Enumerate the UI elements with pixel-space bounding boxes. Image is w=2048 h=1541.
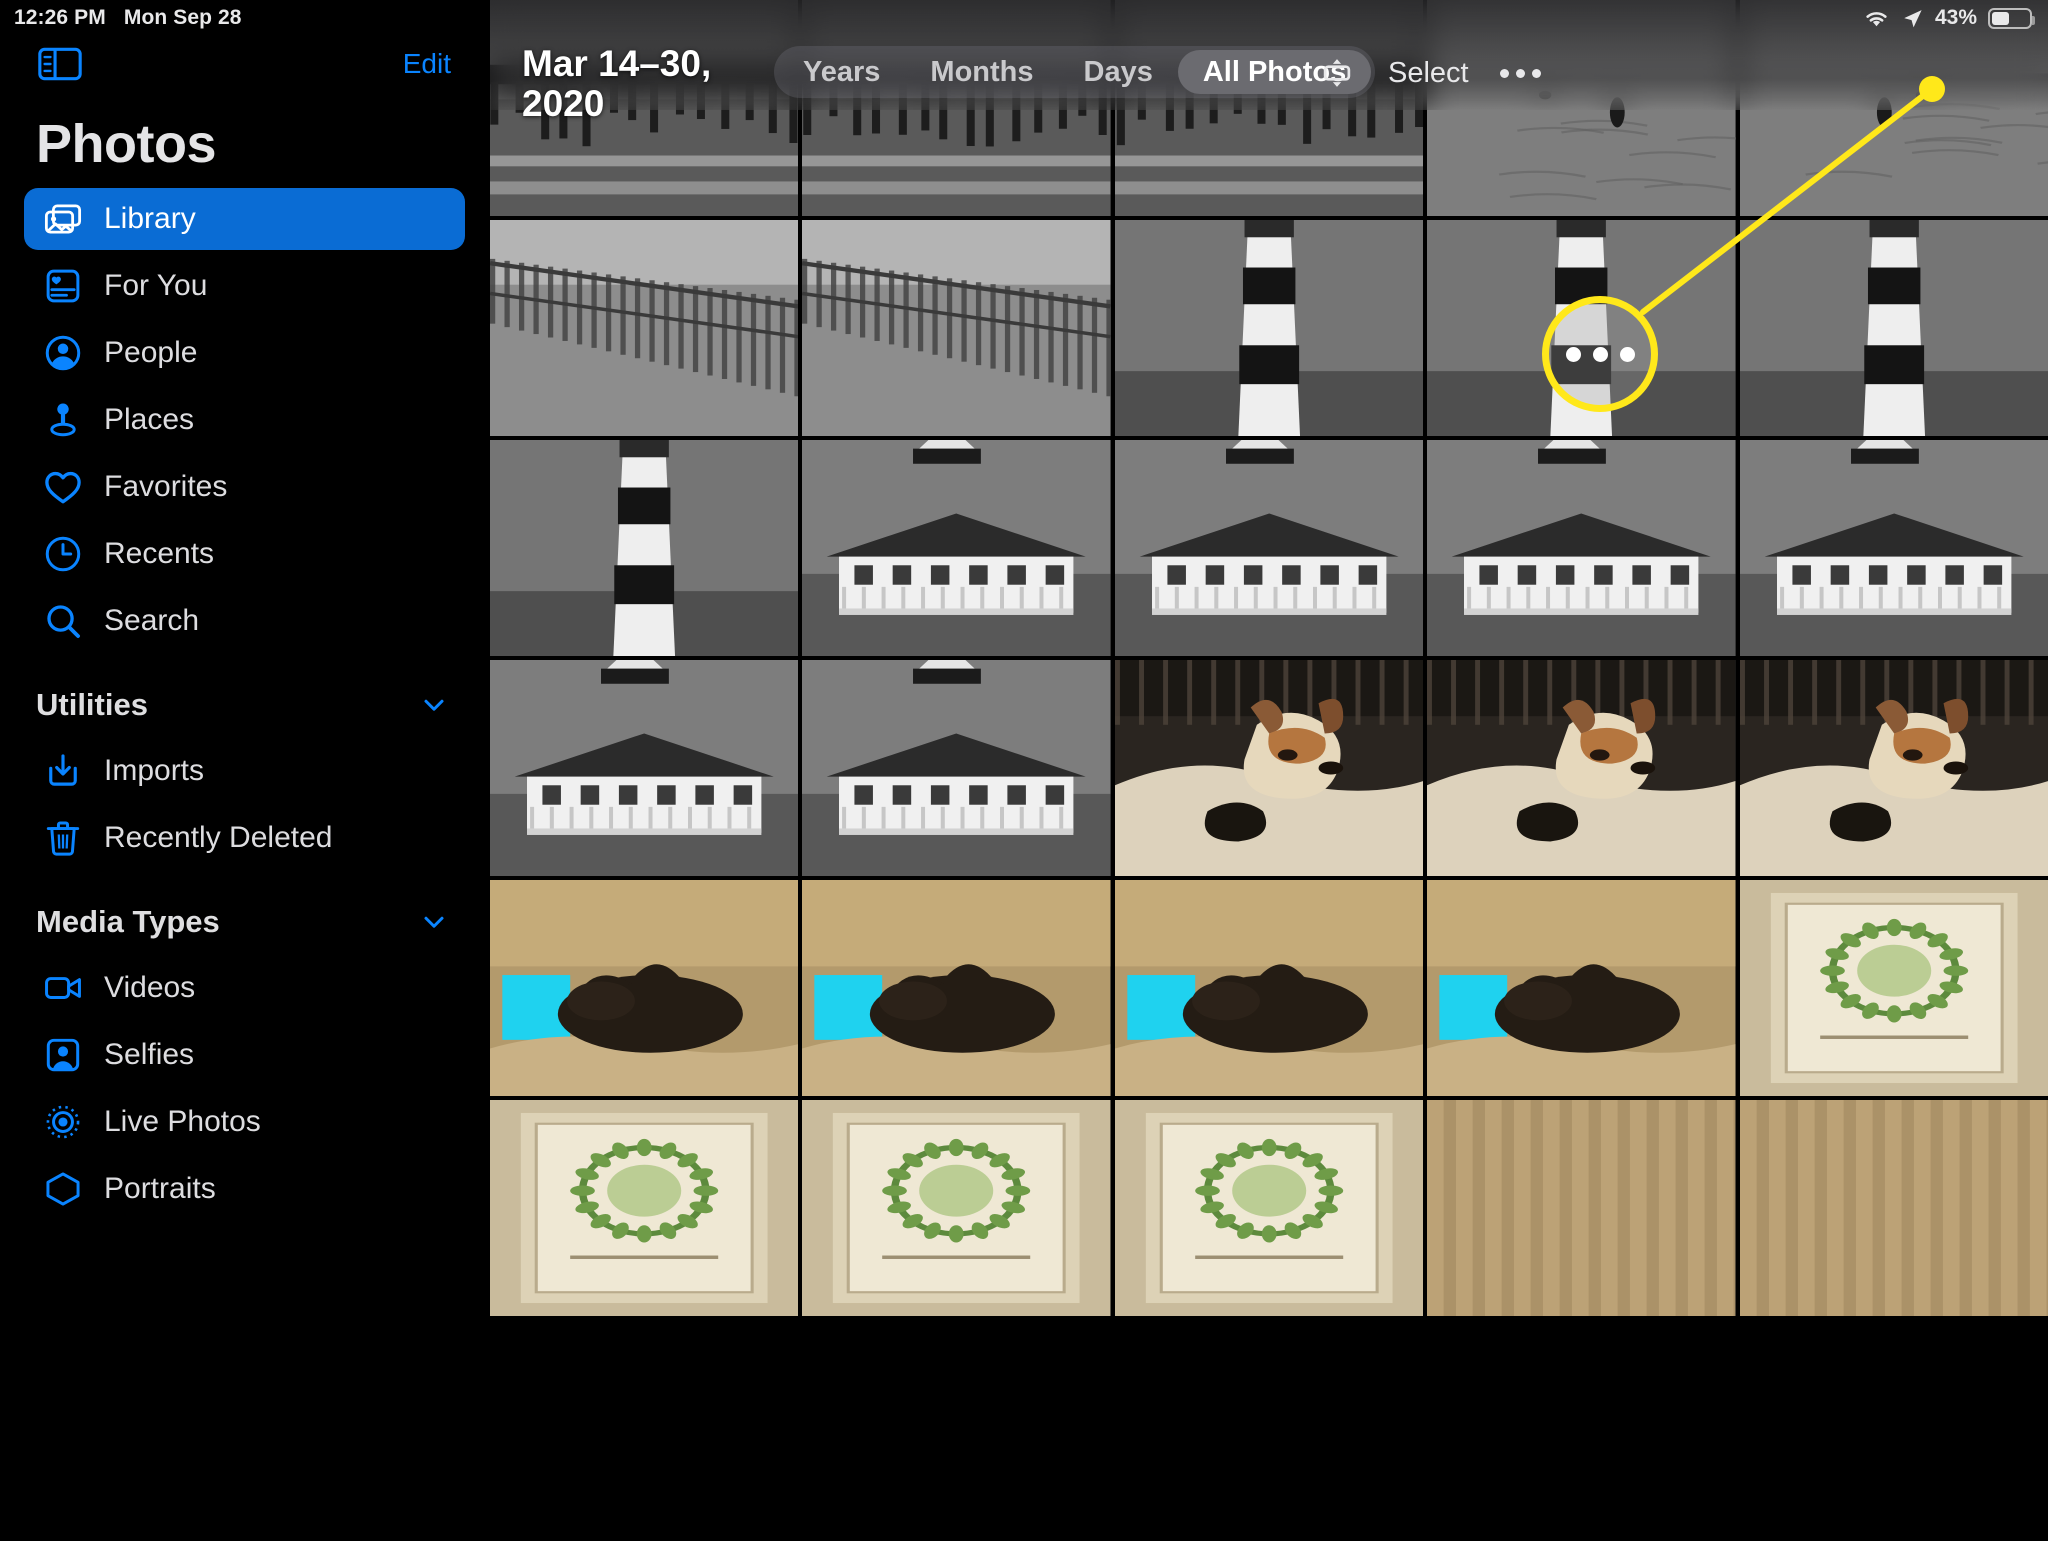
photo-thumbnail[interactable] <box>1114 440 1424 656</box>
page-title: Photos <box>36 114 217 174</box>
sidebar-toggle-icon <box>38 47 82 81</box>
sidebar-item-label: People <box>104 336 198 369</box>
photo-thumbnail[interactable] <box>1427 660 1736 876</box>
photo-thumbnail[interactable] <box>1114 220 1424 436</box>
heart-icon <box>40 464 86 510</box>
photo-thumbnail[interactable] <box>490 440 799 656</box>
select-button[interactable]: Select <box>1388 48 1469 98</box>
sidebar-item-label: Imports <box>104 754 205 787</box>
sidebar: Edit Photos Library For You People Places Fa… <box>0 0 489 1536</box>
photo-thumbnail[interactable] <box>1114 880 1424 1096</box>
sidebar-item-label: Favorites <box>104 470 228 503</box>
sidebar-item-recents[interactable]: Recents <box>24 523 465 585</box>
sidebar-item-label: Places <box>104 403 195 436</box>
sidebar-group-title: Media Types <box>36 904 220 939</box>
ellipsis-icon <box>1499 68 1541 78</box>
photo-thumbnail[interactable] <box>1739 440 2048 656</box>
segment-days[interactable]: Days <box>1059 50 1178 94</box>
sidebar-item-selfies[interactable]: Selfies <box>24 1024 465 1086</box>
photo-thumbnail[interactable] <box>1739 220 2048 436</box>
clock-icon <box>40 531 86 577</box>
sidebar-item-label: Videos <box>104 971 196 1004</box>
photo-thumbnail[interactable] <box>802 660 1111 876</box>
photo-thumbnail[interactable] <box>490 660 799 876</box>
aspect-ratio-icon <box>1323 59 1351 87</box>
sidebar-item-portraits[interactable]: Portraits <box>24 1158 465 1220</box>
photo-stack-icon <box>40 196 86 242</box>
sidebar-item-recently-deleted[interactable]: Recently Deleted <box>24 807 465 869</box>
photo-thumbnail[interactable] <box>1114 1100 1424 1316</box>
sidebar-header: Edit <box>0 46 489 92</box>
search-icon <box>40 598 86 644</box>
chevron-down-icon[interactable] <box>419 907 449 937</box>
photo-thumbnail[interactable] <box>802 880 1111 1096</box>
photo-thumbnail[interactable] <box>1427 1100 1736 1316</box>
photo-thumbnail[interactable] <box>802 1100 1111 1316</box>
sidebar-toggle-button[interactable] <box>38 46 82 82</box>
selfie-portrait-icon <box>40 1032 86 1078</box>
photo-thumbnail[interactable] <box>802 440 1111 656</box>
sidebar-item-live-photos[interactable]: Live Photos <box>24 1091 465 1153</box>
chevron-down-icon[interactable] <box>419 690 449 720</box>
photos-toolbar: Mar 14–30, 2020 Years Months Days All Photo… <box>490 0 2048 123</box>
view-mode-segmented-control[interactable]: Years Months Days All Photos <box>774 46 1376 98</box>
sidebar-item-people[interactable]: People <box>24 322 465 384</box>
trash-icon <box>40 815 86 861</box>
sidebar-item-label: Library <box>104 202 196 235</box>
sidebar-item-label: For You <box>104 269 208 302</box>
segment-months[interactable]: Months <box>905 50 1058 94</box>
map-pin-icon <box>40 397 86 443</box>
aspect-ratio-button[interactable] <box>1312 48 1362 98</box>
sidebar-group-utilities[interactable]: Utilities <box>36 680 449 730</box>
sidebar-item-search[interactable]: Search <box>24 590 465 652</box>
video-camera-icon <box>40 965 86 1011</box>
photo-thumbnail[interactable] <box>1739 880 2048 1096</box>
sidebar-item-label: Selfies <box>104 1038 195 1071</box>
sidebar-nav: Library For You People Places Favorites Recen… <box>0 188 489 1225</box>
edit-button[interactable]: Edit <box>403 46 451 82</box>
more-options-button[interactable] <box>1493 48 1547 98</box>
photo-thumbnail[interactable] <box>1427 220 1736 436</box>
photo-grid[interactable] <box>490 0 2048 1536</box>
sidebar-item-favorites[interactable]: Favorites <box>24 456 465 518</box>
sidebar-item-places[interactable]: Places <box>24 389 465 451</box>
sidebar-item-imports[interactable]: Imports <box>24 740 465 802</box>
photo-thumbnail[interactable] <box>1739 660 2048 876</box>
import-tray-icon <box>40 748 86 794</box>
sidebar-group-title: Utilities <box>36 687 148 722</box>
segment-years[interactable]: Years <box>778 50 905 94</box>
sidebar-group-media-types[interactable]: Media Types <box>36 897 449 947</box>
date-range-label: Mar 14–30, 2020 <box>522 43 712 124</box>
sidebar-item-label: Portraits <box>104 1172 216 1205</box>
photo-thumbnail[interactable] <box>490 1100 799 1316</box>
sidebar-item-for-you[interactable]: For You <box>24 255 465 317</box>
sidebar-item-label: Search <box>104 604 200 637</box>
sidebar-item-library[interactable]: Library <box>24 188 465 250</box>
sidebar-item-label: Recents <box>104 537 215 570</box>
photo-thumbnail[interactable] <box>802 220 1111 436</box>
live-photo-icon <box>40 1099 86 1145</box>
sidebar-item-videos[interactable]: Videos <box>24 957 465 1019</box>
photo-thumbnail[interactable] <box>1114 660 1424 876</box>
for-you-card-icon <box>40 263 86 309</box>
photo-thumbnail[interactable] <box>1427 880 1736 1096</box>
sidebar-item-label: Recently Deleted <box>104 821 333 854</box>
portrait-icon <box>40 1166 86 1212</box>
person-circle-icon <box>40 330 86 376</box>
photo-thumbnail[interactable] <box>490 220 799 436</box>
photo-thumbnail[interactable] <box>1739 1100 2048 1316</box>
photo-thumbnail[interactable] <box>490 880 799 1096</box>
sidebar-item-label: Live Photos <box>104 1105 261 1138</box>
photo-thumbnail[interactable] <box>1427 440 1736 656</box>
